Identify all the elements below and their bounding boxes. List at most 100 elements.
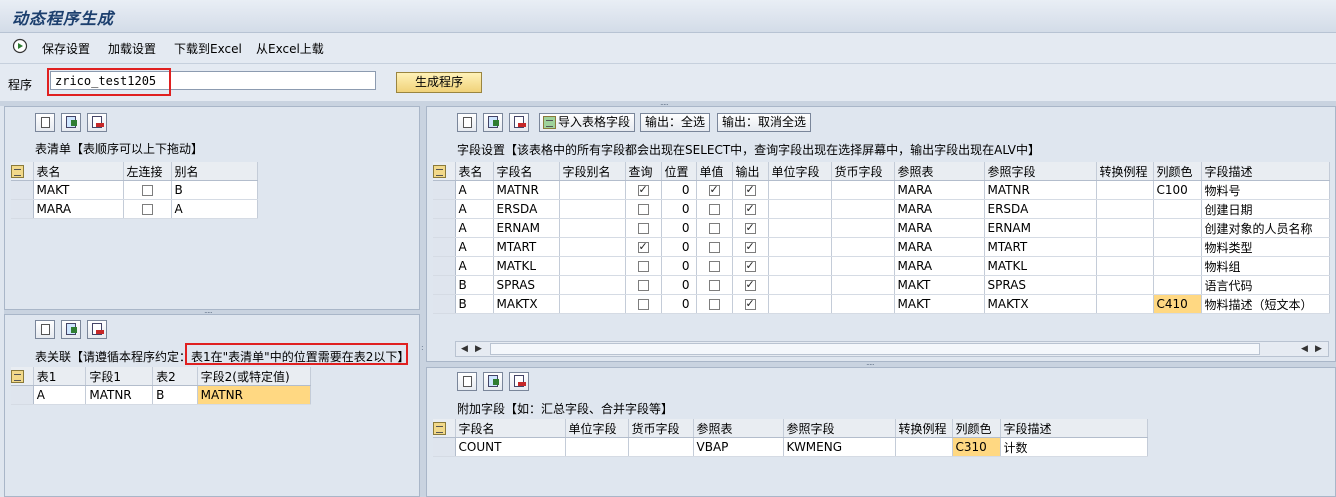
field-name-cell[interactable]: SPRAS: [493, 275, 560, 295]
currency-field-cell[interactable]: [628, 437, 694, 457]
field-desc-cell[interactable]: 语言代码: [1201, 275, 1330, 295]
table-cell[interactable]: B: [455, 294, 494, 314]
query-checkbox[interactable]: [637, 261, 649, 272]
query-checkbox[interactable]: [637, 183, 649, 196]
ref-table-cell[interactable]: MARA: [894, 256, 985, 276]
col-header[interactable]: 单位字段: [768, 162, 832, 181]
conversion-cell[interactable]: [1096, 180, 1154, 200]
table-row[interactable]: AERSDA0MARAERSDA创建日期: [433, 199, 1330, 219]
query-cell[interactable]: [625, 180, 662, 200]
col-header[interactable]: 表名: [455, 162, 494, 181]
row-selector[interactable]: [11, 180, 34, 200]
table-name-cell[interactable]: MARA: [33, 199, 124, 219]
single-value-cell[interactable]: [696, 180, 733, 200]
column-color-cell[interactable]: [1153, 199, 1202, 219]
table-row[interactable]: MAKT B: [11, 180, 258, 200]
col-header[interactable]: 单位字段: [565, 419, 629, 438]
table-row[interactable]: AMATNR0MARAMATNRC100物料号: [433, 180, 1330, 200]
select-all-cell[interactable]: [433, 419, 456, 438]
select-all-cell[interactable]: [11, 367, 34, 386]
output-checkbox[interactable]: [744, 259, 756, 272]
query-checkbox[interactable]: [637, 240, 649, 253]
table-cell[interactable]: A: [455, 237, 494, 257]
ref-table-cell[interactable]: MARA: [894, 218, 985, 238]
table-row[interactable]: COUNT VBAP KWMENG C310 计数: [433, 437, 1148, 457]
left-join-cell[interactable]: [123, 199, 172, 219]
col-header[interactable]: 单值: [696, 162, 733, 181]
upload-excel-button[interactable]: 从Excel上载: [256, 40, 324, 57]
ref-table-cell[interactable]: MARA: [894, 199, 985, 219]
alias-cell[interactable]: B: [171, 180, 258, 200]
col-header[interactable]: 转换例程: [895, 419, 953, 438]
ref-field-cell[interactable]: MATKL: [984, 256, 1097, 276]
unit-field-cell[interactable]: [768, 294, 832, 314]
conversion-cell[interactable]: [1096, 294, 1154, 314]
currency-field-cell[interactable]: [831, 256, 895, 276]
scroll-left-end-icon[interactable]: ◀: [1298, 343, 1311, 355]
col-header[interactable]: 列颜色: [1153, 162, 1202, 181]
select-all-cell[interactable]: [433, 162, 456, 181]
single-value-cell[interactable]: [696, 218, 733, 238]
ref-table-cell[interactable]: MARA: [894, 237, 985, 257]
field-alias-cell[interactable]: [559, 256, 626, 276]
col-header[interactable]: 字段别名: [559, 162, 626, 181]
left-join-checkbox[interactable]: [141, 185, 153, 196]
single-value-checkbox[interactable]: [708, 299, 720, 310]
row-selector[interactable]: [433, 218, 456, 238]
query-cell[interactable]: [625, 237, 662, 257]
execute-icon[interactable]: [12, 38, 28, 54]
output-checkbox[interactable]: [744, 297, 756, 310]
output-cell[interactable]: [732, 180, 769, 200]
single-value-cell[interactable]: [696, 294, 733, 314]
col-header[interactable]: 别名: [171, 162, 258, 181]
currency-field-cell[interactable]: [831, 199, 895, 219]
position-cell[interactable]: 0: [661, 256, 697, 276]
table-row[interactable]: AMTART0MARAMTART物料类型: [433, 237, 1330, 257]
output-checkbox[interactable]: [744, 202, 756, 215]
col-header[interactable]: 位置: [661, 162, 697, 181]
query-checkbox[interactable]: [637, 204, 649, 215]
ref-table-cell[interactable]: MARA: [894, 180, 985, 200]
query-checkbox[interactable]: [637, 223, 649, 234]
output-checkbox[interactable]: [744, 221, 756, 234]
insert-row-button[interactable]: [483, 372, 503, 391]
delete-row-button[interactable]: [87, 113, 107, 132]
field-name-cell[interactable]: ERNAM: [493, 218, 560, 238]
field-alias-cell[interactable]: [559, 294, 626, 314]
column-color-cell[interactable]: C100: [1153, 180, 1202, 200]
currency-field-cell[interactable]: [831, 180, 895, 200]
col-header[interactable]: 字段描述: [1000, 419, 1148, 438]
output-checkbox[interactable]: [744, 240, 756, 253]
single-value-cell[interactable]: [696, 256, 733, 276]
table-cell[interactable]: A: [455, 199, 494, 219]
query-checkbox[interactable]: [637, 299, 649, 310]
field-name-cell[interactable]: MATNR: [493, 180, 560, 200]
new-row-button[interactable]: [457, 372, 477, 391]
conversion-cell[interactable]: [1096, 256, 1154, 276]
ref-field-cell[interactable]: ERNAM: [984, 218, 1097, 238]
new-row-button[interactable]: [457, 113, 477, 132]
conversion-cell[interactable]: [895, 437, 953, 457]
delete-row-button[interactable]: [509, 372, 529, 391]
field-name-cell[interactable]: ERSDA: [493, 199, 560, 219]
single-value-checkbox[interactable]: [708, 183, 720, 196]
output-cell[interactable]: [732, 294, 769, 314]
col-header[interactable]: 参照表: [693, 419, 784, 438]
import-fields-button[interactable]: 导入表格字段: [539, 113, 636, 132]
position-cell[interactable]: 0: [661, 199, 697, 219]
unit-field-cell[interactable]: [768, 256, 832, 276]
ref-field-cell[interactable]: MTART: [984, 237, 1097, 257]
currency-field-cell[interactable]: [831, 218, 895, 238]
table2-cell[interactable]: B: [152, 385, 198, 405]
ref-table-cell[interactable]: MAKT: [894, 275, 985, 295]
query-checkbox[interactable]: [637, 280, 649, 291]
field-name-cell[interactable]: COUNT: [455, 437, 566, 457]
col-header[interactable]: 字段1: [85, 367, 154, 386]
row-selector[interactable]: [433, 180, 456, 200]
insert-row-button[interactable]: [61, 113, 81, 132]
scroll-left-icon[interactable]: ◀: [458, 343, 471, 355]
conversion-cell[interactable]: [1096, 275, 1154, 295]
left-join-cell[interactable]: [123, 180, 172, 200]
left-join-checkbox[interactable]: [141, 204, 153, 215]
col-header[interactable]: 字段名: [455, 419, 566, 438]
